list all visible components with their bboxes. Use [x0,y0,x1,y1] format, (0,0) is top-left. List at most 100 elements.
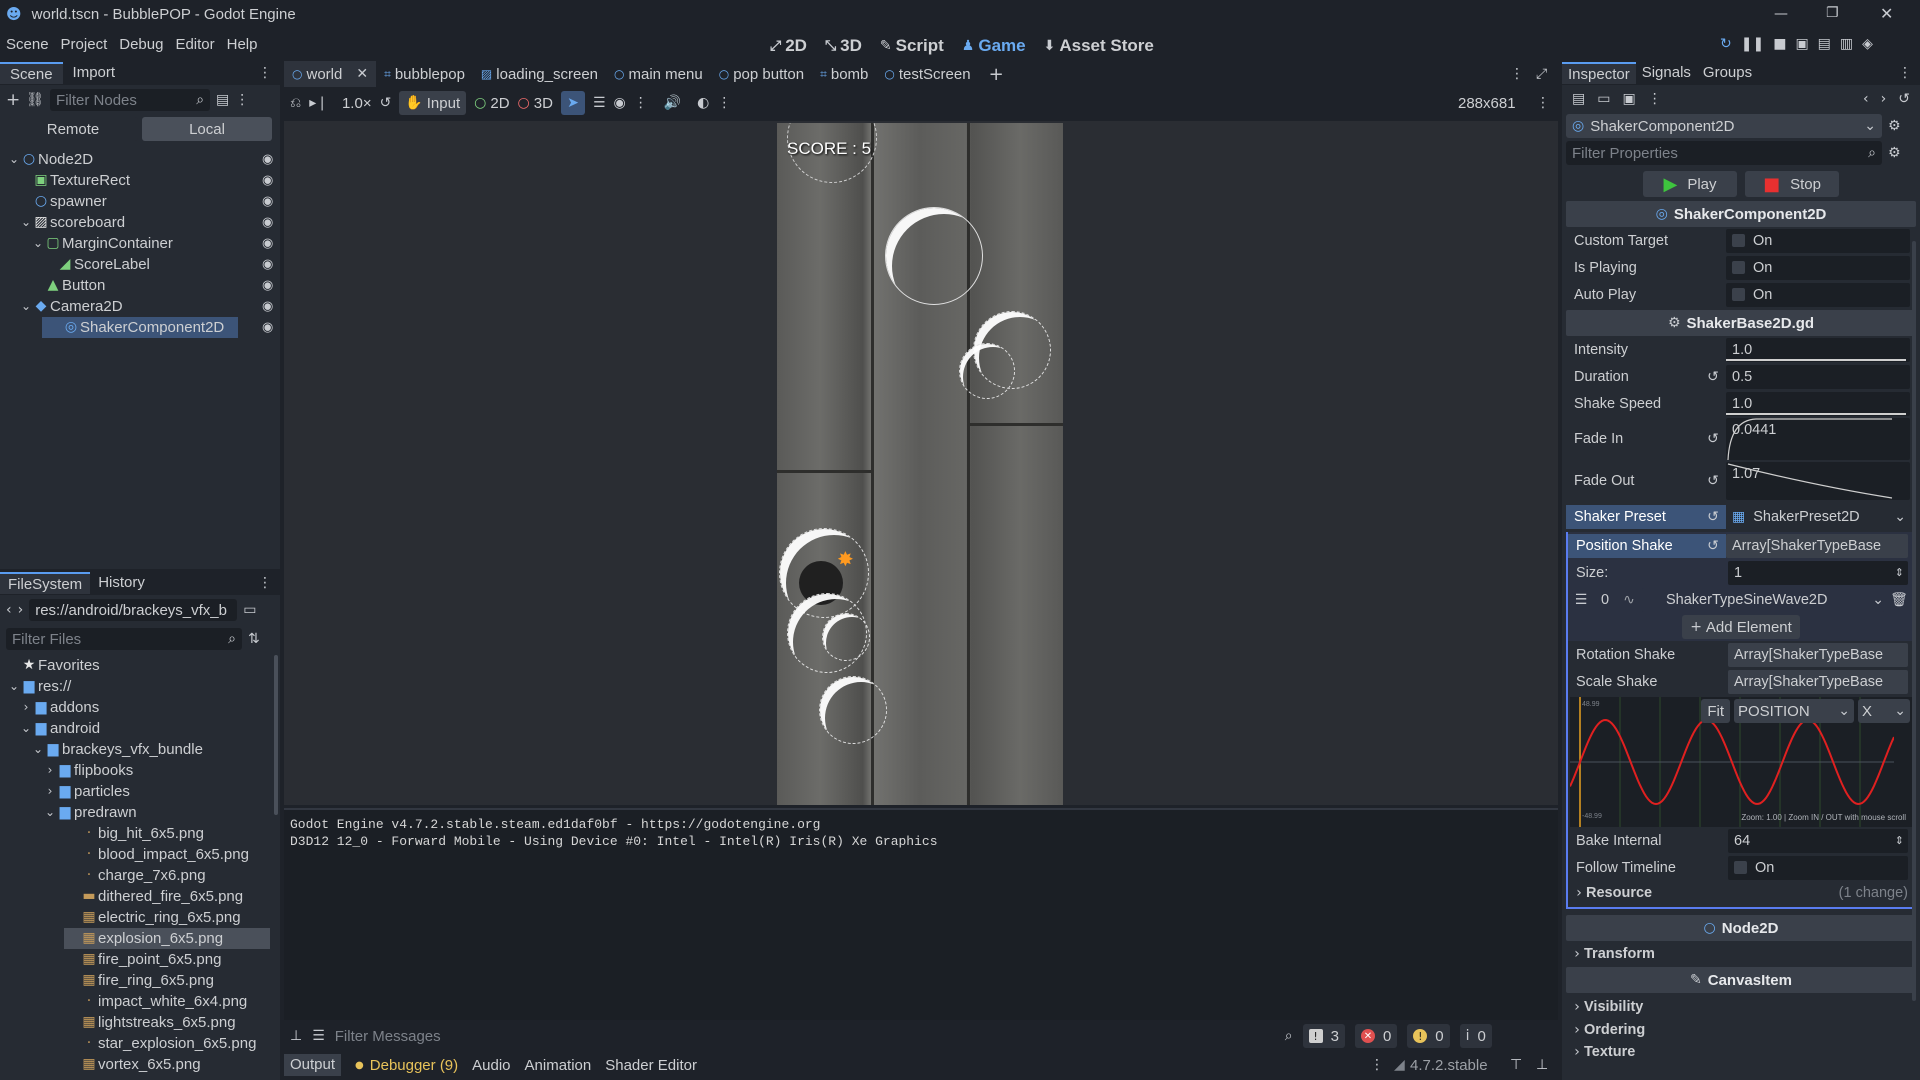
menu-scene[interactable]: Scene [0,34,55,56]
array-size-spinbox[interactable]: 1 ⇕ [1728,560,1908,585]
tab-history[interactable]: History [90,572,153,594]
sort-icon[interactable]: ⇅ [248,631,260,647]
class-header[interactable]: ◎ ShakerComponent2D [1566,201,1916,227]
filter-properties-input[interactable]: Filter Properties ⌕ [1566,141,1882,165]
fs-menu-icon[interactable]: ⋮ [258,575,272,591]
filter-nodes-input[interactable]: Filter Nodes ⌕ [50,89,211,111]
scene-tab-loading_screen[interactable]: ▨ loading_screen [473,61,606,87]
resource-menu-icon[interactable]: ⋮ [1648,91,1662,107]
link-icon[interactable]: ⛓ [26,92,44,108]
save-resource-icon[interactable]: ▣ [1622,91,1635,107]
stop-icon[interactable]: ■ [1773,36,1786,52]
fit-button[interactable]: Fit [1701,699,1730,723]
revert-icon[interactable]: ↺ [1700,369,1726,385]
distraction-free-icon[interactable]: ⤢ [1536,66,1547,82]
pause-icon[interactable]: ❚❚ [1741,36,1764,52]
clear-output-icon[interactable]: ⊥ [290,1028,302,1044]
remote-debug-icon[interactable]: ▣ [1795,36,1808,52]
filter-files-input[interactable]: Filter Files ⌕ [6,628,242,650]
inspector-options-icon[interactable]: ⚙ [1888,145,1901,161]
folder-item[interactable]: ⌄ ▆ predrawn [0,802,280,823]
file-item[interactable]: ▦ explosion_6x5.png [64,928,270,949]
mute-icon[interactable]: 🔊 [664,95,681,111]
close-window-icon[interactable]: ✕ [1880,4,1893,23]
game-menu-icon[interactable]: ⋮ [1536,95,1550,111]
list-select-icon[interactable]: ☰ [593,95,606,111]
bake-internal-spinbox[interactable]: 64 ⇕ [1728,828,1908,853]
visibility-eye-icon[interactable]: ◉ [262,254,273,275]
next-frame-icon[interactable]: ▸❘ [309,95,328,111]
history-forward-icon[interactable]: › [1881,91,1887,107]
fade-out-curve[interactable]: 1.07 [1726,462,1910,500]
menu-editor[interactable]: Editor [169,34,220,56]
transform-group[interactable]: › Transform [1566,941,1916,967]
run-custom-scene-icon[interactable]: ▥ [1840,36,1853,52]
open-resource-icon[interactable]: ▭ [1597,91,1610,107]
trash-icon[interactable]: 🗑 [1884,592,1914,608]
scene-tab-world[interactable]: ○ world ✕ [284,61,377,87]
bubble[interactable] [819,676,887,744]
object-history-icon[interactable]: ↺ [1898,91,1910,107]
options-icon[interactable]: ⋮ [634,95,648,111]
tab-groups[interactable]: Groups [1697,62,1758,84]
revert-icon[interactable]: ↺ [1700,504,1726,529]
tab-import[interactable]: Import [63,62,126,84]
folder-item[interactable]: › ▆ addons [0,697,280,718]
scene-node-scorelabel[interactable]: ◢ ScoreLabel ◉ [0,254,280,275]
game-canvas[interactable]: SCORE : 5 ✸ [777,123,1063,805]
file-item[interactable]: · blood_impact_6x5.png [0,844,280,865]
input-toggle[interactable]: ✋ Input [399,91,467,115]
expand-arrow-icon[interactable]: ⌄ [20,212,32,233]
expand-arrow-icon[interactable]: ⌄ [32,739,44,760]
add-scene-tab-icon[interactable]: + [989,64,1004,85]
visibility-eye-icon[interactable]: ◉ [262,170,273,191]
run-current-scene-icon[interactable]: ▤ [1818,36,1831,52]
is-playing-checkbox[interactable]: On [1726,255,1910,280]
menu-debug[interactable]: Debug [113,34,169,56]
reset-time-scale-icon[interactable]: ↺ [380,95,392,111]
warnings-filter[interactable]: ! 0 [1407,1024,1450,1048]
tab-output[interactable]: Output [284,1054,342,1076]
errors-filter[interactable]: ✕ 0 [1354,1024,1398,1048]
mode-3d-toggle[interactable]: ○ 3D [518,95,553,112]
drag-handle-icon[interactable]: ☰ [1568,592,1594,608]
scene-tab-bomb[interactable]: ⌗ bomb [812,61,876,87]
intensity-slider[interactable]: 1.0 [1726,337,1910,362]
tab-audio[interactable]: Audio [472,1057,510,1074]
game-viewport[interactable]: SCORE : 5 ✸ [284,121,1558,805]
tab-filesystem[interactable]: FileSystem [0,572,91,594]
file-item[interactable]: ▦ lightstreaks_6x5.png [0,1012,280,1033]
file-item[interactable]: ▦ fire_point_6x5.png [0,949,280,970]
restart-icon[interactable]: ↻ [1720,36,1732,52]
visibility-eye-icon[interactable]: ◉ [262,296,273,317]
scene-node-spawner[interactable]: ○ spawner ◉ [0,191,280,212]
tab-inspector[interactable]: Inspector [1562,62,1636,84]
remote-button[interactable]: Remote [8,117,138,141]
scene-node-shakercomponent2d[interactable]: ◎ ShakerComponent2D ◉ [42,317,273,338]
minimize-icon[interactable]: — [1774,6,1788,22]
shake-preview-graph[interactable]: 48.99 -48.99 Zoom: 1.00 | Zoom IN / OUT … [1570,697,1912,827]
scene-tab-bubblepop[interactable]: ⌗ bubblepop [376,61,473,87]
scene-menu-icon[interactable]: ⋮ [235,92,249,108]
folder-item[interactable]: ⌄ ▆ res:// [0,676,280,697]
menu-project[interactable]: Project [55,34,114,56]
menu-help[interactable]: Help [221,34,264,56]
suspend-icon[interactable]: ⎌ [290,95,301,111]
expand-arrow-icon[interactable]: ⌄ [8,676,20,697]
folder-item[interactable]: ★ Favorites [0,655,280,676]
copy-output-icon[interactable]: ☰ [312,1028,325,1044]
workspace-script[interactable]: ✎ Script [880,36,944,56]
shake-speed-slider[interactable]: 1.0 [1726,391,1910,416]
file-item[interactable]: · charge_7x6.png [0,865,280,886]
graph-axis-dropdown[interactable]: X ⌄ [1858,699,1910,723]
tabs-menu-icon[interactable]: ⋮ [1510,66,1524,82]
scale-shake-array[interactable]: Array[ShakerTypeBase [1728,669,1908,694]
revert-icon[interactable]: ↺ [1700,473,1726,489]
script-header[interactable]: ⚙ ShakerBase2D.gd [1566,310,1916,336]
expand-arrow-icon[interactable]: ⌄ [8,149,20,170]
element-resource-picker[interactable]: ShakerTypeSineWave2D ⌄ [1642,587,1884,612]
split-view-icon[interactable]: ▭ [243,602,256,618]
visibility-eye-icon[interactable]: ◉ [262,212,273,233]
ordering-group[interactable]: › Ordering [1566,1019,1916,1041]
workspace-2d[interactable]: ⤢ 2D [770,36,807,56]
